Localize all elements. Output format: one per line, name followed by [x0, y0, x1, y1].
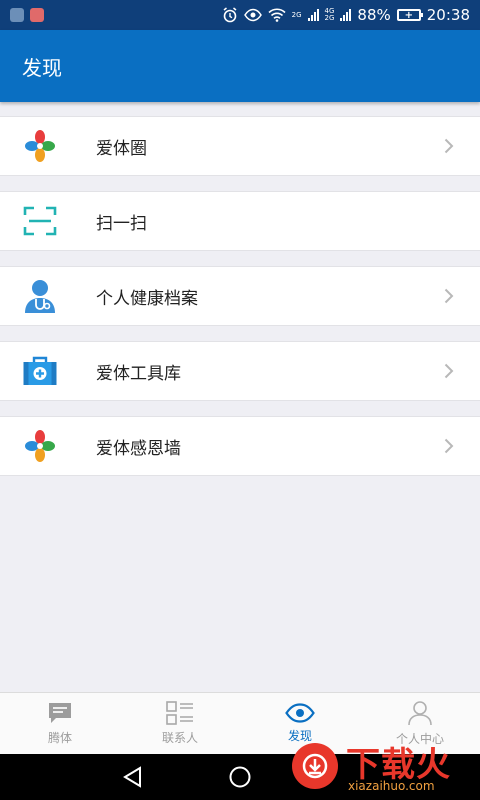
- discover-menu: 爱体圈 扫一扫 个人健康档案 爱体工具库 爱体感恩墙: [0, 116, 480, 491]
- menu-item-health-record[interactable]: 个人健康档案: [0, 266, 480, 326]
- wifi-icon: [268, 8, 286, 22]
- scan-icon: [20, 201, 60, 241]
- clover-logo-icon: [20, 426, 60, 466]
- signal-type-stack: 4G 2G: [325, 8, 335, 22]
- status-time: 20:38: [426, 6, 470, 24]
- home-icon[interactable]: [228, 765, 252, 789]
- chevron-right-icon: [444, 138, 454, 154]
- tab-chat[interactable]: 腾体: [0, 693, 120, 754]
- eye-icon: [243, 8, 262, 22]
- watermark-url: xiazaihuo.com: [348, 779, 435, 793]
- app-header: 发现: [0, 30, 480, 102]
- back-icon[interactable]: [122, 766, 144, 788]
- notification-area: [10, 8, 44, 22]
- menu-item-label: 爱体圈: [96, 138, 147, 159]
- page-title: 发现: [22, 55, 62, 80]
- signal-icon-2: [340, 9, 352, 21]
- menu-item-label: 爱体感恩墙: [96, 438, 181, 459]
- battery-icon: +: [396, 9, 423, 21]
- menu-item-label: 爱体工具库: [96, 363, 181, 384]
- tab-contacts[interactable]: 联系人: [120, 693, 240, 754]
- download-logo-icon: [292, 743, 338, 789]
- menu-item-gratitude-wall[interactable]: 爱体感恩墙: [0, 416, 480, 476]
- notification-app-icon: [10, 8, 24, 22]
- doctor-icon: [20, 276, 60, 316]
- tab-label: 联系人: [161, 731, 198, 745]
- menu-item-label: 扫一扫: [96, 213, 147, 234]
- menu-item-toolbox[interactable]: 爱体工具库: [0, 341, 480, 401]
- medical-kit-icon: [20, 351, 60, 391]
- battery-percent: 88%: [357, 6, 391, 24]
- person-icon: [408, 701, 432, 726]
- clover-logo-icon: [20, 126, 60, 166]
- menu-item-label: 个人健康档案: [96, 288, 198, 309]
- alarm-icon: [223, 7, 237, 23]
- system-indicators: 2G 4G 2G 88% + 20:38: [222, 6, 470, 24]
- chat-icon: [49, 703, 71, 723]
- menu-item-aiti-circle[interactable]: 爱体圈: [0, 116, 480, 176]
- notification-mail-icon: [30, 8, 44, 22]
- chevron-right-icon: [444, 363, 454, 379]
- eye-icon: [285, 703, 315, 723]
- watermark: 下载火 xiazaihuo.com: [286, 735, 472, 797]
- contacts-icon: [166, 701, 193, 725]
- chevron-right-icon: [444, 288, 454, 304]
- signal-type-label: 2G: [291, 10, 302, 19]
- signal-type-label-3: 2G: [324, 14, 335, 22]
- status-bar: 2G 4G 2G 88% + 20:38: [0, 0, 480, 30]
- chevron-right-icon: [444, 438, 454, 454]
- menu-item-scan[interactable]: 扫一扫: [0, 191, 480, 251]
- signal-icon: [307, 9, 319, 21]
- tab-label: 腾体: [47, 731, 72, 745]
